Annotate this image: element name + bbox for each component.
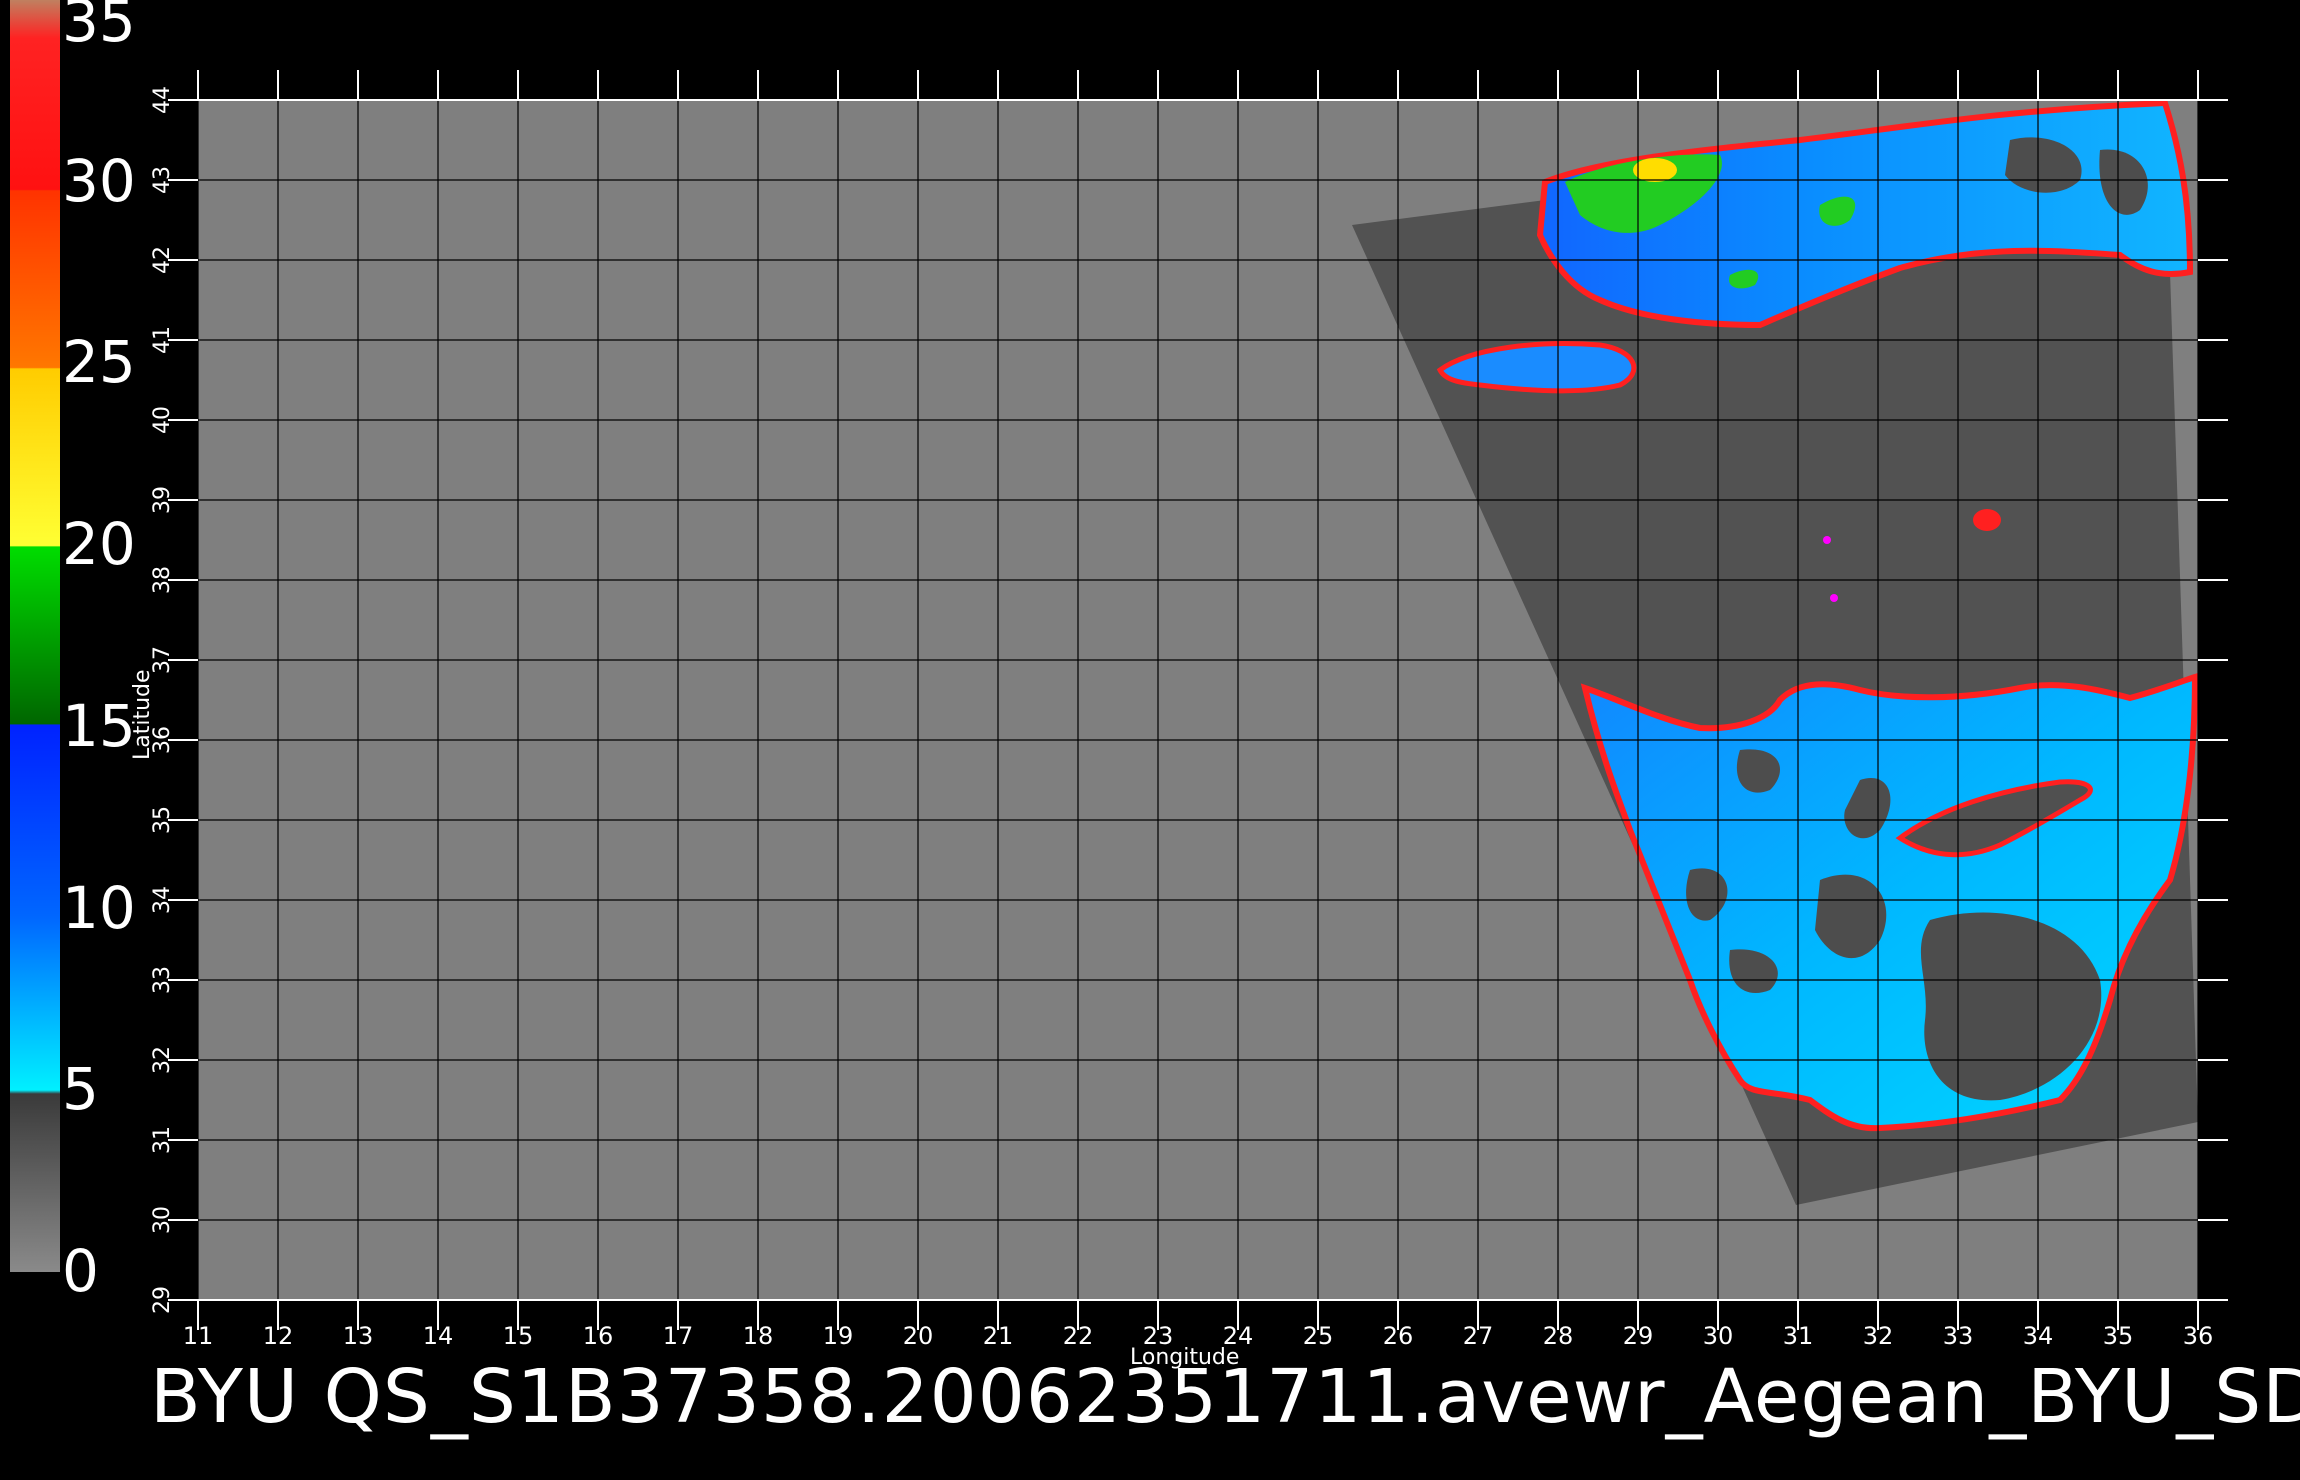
y-tick-label: 40 bbox=[150, 406, 175, 434]
y-tick-label: 33 bbox=[150, 966, 175, 994]
y-tick-label: 43 bbox=[150, 166, 175, 194]
y-tick-label: 30 bbox=[150, 1206, 175, 1234]
colorbar-label: 30 bbox=[62, 146, 136, 215]
y-tick-label: 31 bbox=[150, 1126, 175, 1154]
y-tick-label: 34 bbox=[150, 886, 175, 914]
y-tick-label: 41 bbox=[150, 326, 175, 354]
x-tick-label: 36 bbox=[2182, 1322, 2214, 1350]
x-tick-label: 33 bbox=[1942, 1322, 1974, 1350]
x-tick-label: 13 bbox=[342, 1322, 374, 1350]
image-caption: BYU QS_S1B37358.20062351711.avewr_Aegean… bbox=[150, 1354, 2300, 1440]
colorbar-label: 15 bbox=[62, 691, 136, 760]
x-tick-label: 28 bbox=[1542, 1322, 1574, 1350]
y-tick-label: 32 bbox=[150, 1046, 175, 1074]
y-tick-label: 42 bbox=[150, 246, 175, 274]
y-tick-label: 44 bbox=[150, 86, 175, 114]
magenta-spot-1 bbox=[1823, 536, 1831, 544]
x-tick-label: 26 bbox=[1382, 1322, 1414, 1350]
x-tick-label: 17 bbox=[662, 1322, 694, 1350]
x-tick-label: 20 bbox=[902, 1322, 934, 1350]
sea-north-yellow bbox=[1633, 158, 1677, 182]
colorbar-label: 10 bbox=[62, 873, 136, 942]
x-tick-label: 19 bbox=[822, 1322, 854, 1350]
colorbar-label: 35 bbox=[62, 0, 136, 55]
colorbar-label: 0 bbox=[62, 1237, 99, 1305]
y-tick-label: 38 bbox=[150, 566, 175, 594]
wind-map bbox=[10, 0, 2228, 1330]
x-tick-label: 18 bbox=[742, 1322, 774, 1350]
x-tick-label: 35 bbox=[2102, 1322, 2134, 1350]
x-tick-label: 27 bbox=[1462, 1322, 1494, 1350]
y-tick-label: 39 bbox=[150, 486, 175, 514]
x-tick-label: 15 bbox=[502, 1322, 534, 1350]
x-tick-label: 34 bbox=[2022, 1322, 2054, 1350]
x-tick-label: 16 bbox=[582, 1322, 614, 1350]
x-tick-label: 25 bbox=[1302, 1322, 1334, 1350]
x-tick-label: 32 bbox=[1862, 1322, 1894, 1350]
x-tick-label: 22 bbox=[1062, 1322, 1094, 1350]
x-tick-label: 14 bbox=[422, 1322, 454, 1350]
colorbar-label: 5 bbox=[62, 1055, 99, 1124]
colorbar-label: 25 bbox=[62, 328, 136, 397]
magenta-spot-2 bbox=[1830, 594, 1838, 602]
x-tick-label: 30 bbox=[1702, 1322, 1734, 1350]
x-tick-label: 12 bbox=[262, 1322, 294, 1350]
y-tick-label: 35 bbox=[150, 806, 175, 834]
colorbar bbox=[10, 0, 60, 1272]
x-tick-label: 29 bbox=[1622, 1322, 1654, 1350]
colorbar-label: 20 bbox=[62, 510, 136, 579]
high-wind-spot bbox=[1973, 509, 2001, 531]
x-tick-label: 21 bbox=[982, 1322, 1014, 1350]
y-tick-label: 29 bbox=[150, 1286, 175, 1314]
x-tick-label: 31 bbox=[1782, 1322, 1814, 1350]
y-axis-title: Latitude bbox=[130, 669, 155, 760]
x-tick-label: 11 bbox=[182, 1322, 214, 1350]
